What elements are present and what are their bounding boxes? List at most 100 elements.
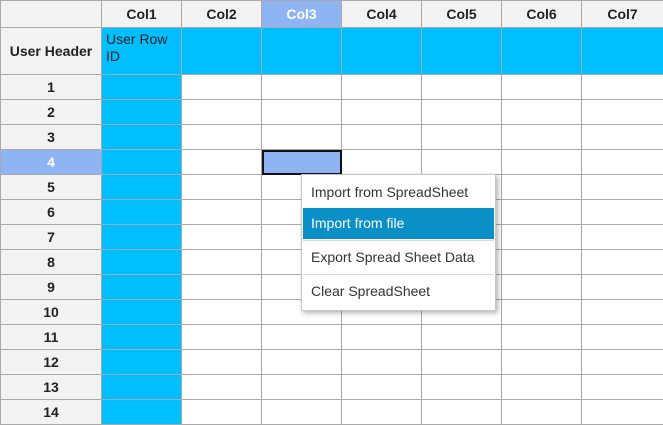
data-cell[interactable] (102, 300, 182, 325)
menu-item-import-file[interactable]: Import from file (303, 208, 494, 239)
data-cell[interactable] (102, 375, 182, 400)
data-cell[interactable] (582, 375, 663, 400)
data-cell[interactable] (502, 150, 582, 175)
data-cell[interactable] (262, 400, 342, 425)
data-cell[interactable] (102, 250, 182, 275)
data-cell[interactable] (582, 200, 663, 225)
data-cell[interactable] (182, 225, 262, 250)
data-cell[interactable] (582, 100, 663, 125)
data-cell[interactable] (182, 275, 262, 300)
row-header[interactable]: 1 (1, 75, 102, 100)
row-header[interactable]: 7 (1, 225, 102, 250)
data-cell[interactable] (582, 250, 663, 275)
user-row-cell[interactable] (582, 28, 663, 75)
row-header[interactable]: 14 (1, 400, 102, 425)
data-cell[interactable] (102, 400, 182, 425)
data-cell[interactable] (502, 225, 582, 250)
menu-item-clear-spreadsheet[interactable]: Clear SpreadSheet (303, 276, 494, 307)
data-cell[interactable] (262, 350, 342, 375)
data-cell[interactable] (582, 225, 663, 250)
data-cell[interactable] (182, 75, 262, 100)
data-cell[interactable] (582, 150, 663, 175)
data-cell[interactable] (502, 350, 582, 375)
data-cell[interactable] (422, 325, 502, 350)
data-cell[interactable] (102, 275, 182, 300)
data-cell[interactable] (102, 175, 182, 200)
data-cell[interactable] (502, 375, 582, 400)
row-header[interactable]: 4 (1, 150, 102, 175)
column-header-col5[interactable]: Col5 (422, 1, 502, 28)
user-row-cell[interactable] (342, 28, 422, 75)
data-cell[interactable] (182, 325, 262, 350)
data-cell[interactable] (102, 100, 182, 125)
column-header-col4[interactable]: Col4 (342, 1, 422, 28)
data-cell[interactable] (182, 100, 262, 125)
data-cell[interactable] (102, 125, 182, 150)
data-cell[interactable] (422, 75, 502, 100)
user-row-cell[interactable] (422, 28, 502, 75)
data-cell[interactable] (502, 100, 582, 125)
data-cell[interactable] (502, 200, 582, 225)
data-cell[interactable] (502, 400, 582, 425)
data-cell[interactable] (182, 200, 262, 225)
row-header[interactable]: 5 (1, 175, 102, 200)
user-row-cell[interactable] (182, 28, 262, 75)
data-cell[interactable] (422, 400, 502, 425)
data-cell[interactable] (262, 375, 342, 400)
data-cell[interactable] (182, 375, 262, 400)
data-cell[interactable] (342, 375, 422, 400)
data-cell[interactable] (102, 150, 182, 175)
data-cell[interactable] (342, 350, 422, 375)
data-cell[interactable] (582, 300, 663, 325)
corner-cell[interactable] (1, 1, 102, 28)
data-cell[interactable] (502, 175, 582, 200)
menu-item-import-spreadsheet[interactable]: Import from SpreadSheet (303, 177, 494, 208)
data-cell[interactable] (342, 75, 422, 100)
data-cell[interactable] (502, 125, 582, 150)
data-cell[interactable] (502, 275, 582, 300)
row-header[interactable]: 12 (1, 350, 102, 375)
data-cell[interactable] (182, 125, 262, 150)
data-cell[interactable] (262, 150, 342, 175)
data-cell[interactable] (502, 300, 582, 325)
column-header-col3[interactable]: Col3 (262, 1, 342, 28)
data-cell[interactable] (422, 350, 502, 375)
data-cell[interactable] (342, 400, 422, 425)
user-row-cell[interactable] (502, 28, 582, 75)
data-cell[interactable] (422, 125, 502, 150)
row-header[interactable]: 11 (1, 325, 102, 350)
data-cell[interactable] (582, 75, 663, 100)
data-cell[interactable] (342, 150, 422, 175)
data-cell[interactable] (102, 325, 182, 350)
data-cell[interactable] (262, 325, 342, 350)
row-header[interactable]: 9 (1, 275, 102, 300)
row-header[interactable]: 13 (1, 375, 102, 400)
data-cell[interactable] (262, 75, 342, 100)
data-cell[interactable] (582, 400, 663, 425)
data-cell[interactable] (182, 300, 262, 325)
row-header[interactable]: 10 (1, 300, 102, 325)
data-cell[interactable] (102, 350, 182, 375)
column-header-col1[interactable]: Col1 (102, 1, 182, 28)
data-cell[interactable] (102, 200, 182, 225)
data-cell[interactable] (182, 400, 262, 425)
data-cell[interactable] (582, 275, 663, 300)
data-cell[interactable] (342, 100, 422, 125)
data-cell[interactable] (102, 225, 182, 250)
data-cell[interactable] (502, 325, 582, 350)
data-cell[interactable] (262, 125, 342, 150)
row-header[interactable]: 8 (1, 250, 102, 275)
data-cell[interactable] (502, 75, 582, 100)
data-cell[interactable] (182, 150, 262, 175)
column-header-col7[interactable]: Col7 (582, 1, 663, 28)
row-header[interactable]: 2 (1, 100, 102, 125)
menu-item-export-data[interactable]: Export Spread Sheet Data (303, 242, 494, 273)
user-row-cell[interactable] (262, 28, 342, 75)
data-cell[interactable] (182, 175, 262, 200)
data-cell[interactable] (582, 350, 663, 375)
data-cell[interactable] (502, 250, 582, 275)
data-cell[interactable] (342, 125, 422, 150)
row-header[interactable]: 3 (1, 125, 102, 150)
data-cell[interactable] (182, 250, 262, 275)
data-cell[interactable] (422, 100, 502, 125)
